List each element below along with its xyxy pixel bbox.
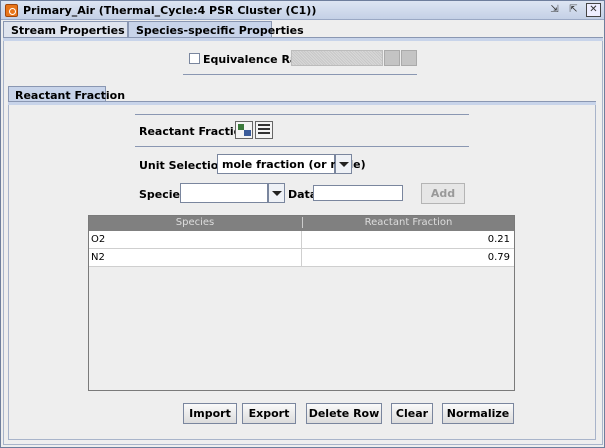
separator [183, 74, 417, 75]
chevron-down-icon[interactable] [335, 154, 352, 174]
tab-reactant-fraction[interactable]: Reactant Fraction [8, 86, 125, 102]
species-dropdown[interactable] [180, 183, 268, 203]
column-header-reactant-fraction[interactable]: Reactant Fraction [302, 217, 514, 228]
separator [135, 146, 469, 147]
import-button[interactable]: Import [183, 403, 237, 424]
chevron-down-icon[interactable] [268, 183, 285, 203]
normalize-button[interactable]: Normalize [442, 403, 514, 424]
add-button[interactable]: Add [421, 183, 465, 204]
tab-species-specific-properties[interactable]: Species-specific Properties [128, 21, 304, 38]
equivalence-table-icon[interactable] [401, 50, 417, 66]
table-row[interactable]: O2 0.21 [89, 231, 514, 249]
close-icon[interactable]: ✕ [586, 3, 601, 17]
window-title: Primary_Air (Thermal_Cycle:4 PSR Cluster… [23, 4, 317, 17]
reactant-fraction-table: Species Reactant Fraction O2 0.21 N2 0.7… [88, 215, 515, 391]
fraction-cell[interactable]: 0.79 [302, 252, 510, 263]
equivalence-ratio-input[interactable] [291, 50, 383, 66]
export-button[interactable]: Export [242, 403, 296, 424]
add-rows-icon[interactable] [235, 121, 253, 139]
delete-row-button[interactable]: Delete Row [306, 403, 382, 424]
minimize-icon[interactable]: ⇲ [547, 3, 562, 17]
table-header: Species Reactant Fraction [89, 216, 514, 231]
title-bar[interactable]: Primary_Air (Thermal_Cycle:4 PSR Cluster… [1, 1, 604, 20]
table-icon[interactable] [255, 121, 273, 139]
unit-selection-dropdown[interactable]: mole fraction (or mole) [217, 154, 366, 174]
column-header-species[interactable]: Species [89, 217, 301, 228]
data-input[interactable] [313, 185, 403, 201]
equivalence-ratio-checkbox[interactable] [189, 53, 200, 64]
table-row[interactable]: N2 0.79 [89, 249, 514, 267]
species-cell[interactable]: N2 [91, 252, 301, 263]
window: Primary_Air (Thermal_Cycle:4 PSR Cluster… [0, 0, 605, 448]
clear-button[interactable]: Clear [391, 403, 433, 424]
species-cell[interactable]: O2 [91, 234, 301, 245]
reactant-fraction-label: Reactant Fraction [139, 125, 250, 138]
separator [135, 114, 469, 115]
maximize-icon[interactable]: ⇱ [566, 3, 581, 17]
tab-stream-properties[interactable]: Stream Properties Data [3, 21, 158, 38]
fraction-cell[interactable]: 0.21 [302, 234, 510, 245]
app-icon [5, 4, 18, 17]
equivalence-edit-icon[interactable] [384, 50, 400, 66]
